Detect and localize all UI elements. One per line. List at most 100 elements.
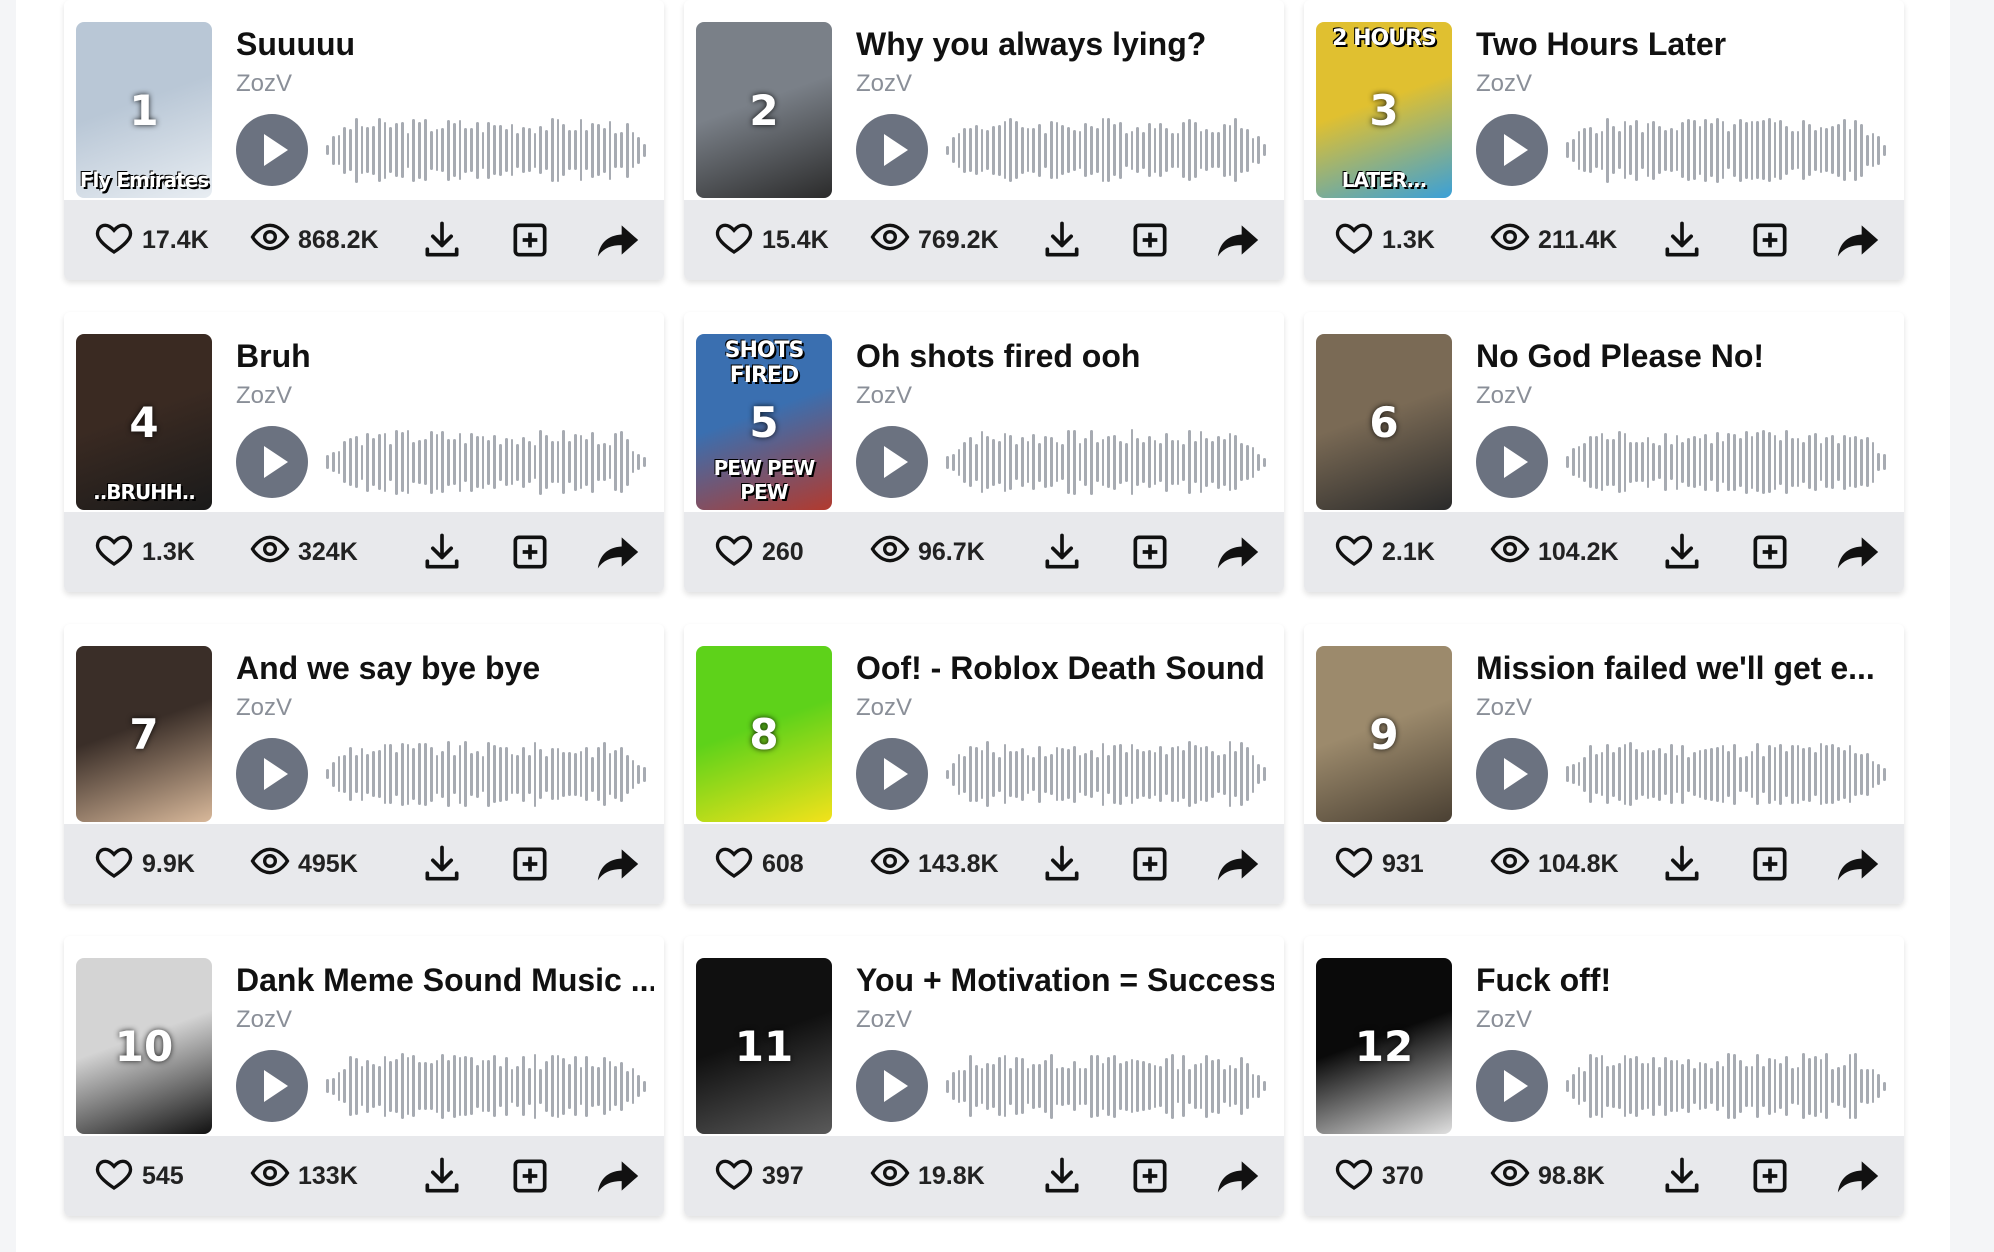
like-button[interactable]: 15.4K bbox=[714, 217, 829, 264]
sound-author[interactable]: ZozV bbox=[236, 694, 292, 722]
sound-card[interactable]: 12 Fuck off! ZozV 370 98.8K bbox=[1304, 936, 1904, 1216]
play-button[interactable] bbox=[236, 738, 308, 810]
download-button[interactable] bbox=[1040, 218, 1084, 262]
like-button[interactable]: 17.4K bbox=[94, 217, 209, 264]
download-button[interactable] bbox=[420, 1154, 464, 1198]
sound-thumbnail[interactable]: Fly Emirates 1 bbox=[76, 22, 212, 198]
sound-author[interactable]: ZozV bbox=[236, 1006, 292, 1034]
like-button[interactable]: 1.3K bbox=[94, 529, 195, 576]
sound-thumbnail[interactable]: 2 bbox=[696, 22, 832, 198]
sound-thumbnail[interactable]: 2 HOURS LATER... 3 bbox=[1316, 22, 1452, 198]
like-button[interactable]: 608 bbox=[714, 841, 804, 888]
sound-card[interactable]: 10 Dank Meme Sound Music ... ZozV 545 13… bbox=[64, 936, 664, 1216]
add-button[interactable] bbox=[508, 218, 552, 262]
sound-card[interactable]: 9 Mission failed we'll get e... ZozV 931… bbox=[1304, 624, 1904, 904]
download-button[interactable] bbox=[1040, 842, 1084, 886]
sound-title[interactable]: Fuck off! bbox=[1476, 962, 1894, 999]
waveform[interactable] bbox=[326, 112, 646, 188]
sound-card[interactable]: 7 And we say bye bye ZozV 9.9K 495K bbox=[64, 624, 664, 904]
add-button[interactable] bbox=[1748, 218, 1792, 262]
play-button[interactable] bbox=[1476, 426, 1548, 498]
waveform[interactable] bbox=[1566, 112, 1886, 188]
download-button[interactable] bbox=[420, 842, 464, 886]
sound-card[interactable]: 6 No God Please No! ZozV 2.1K 104.2K bbox=[1304, 312, 1904, 592]
sound-author[interactable]: ZozV bbox=[856, 382, 912, 410]
sound-thumbnail[interactable]: 12 bbox=[1316, 958, 1452, 1134]
sound-thumbnail[interactable]: SHOTS FIRED PEW PEW PEW 5 bbox=[696, 334, 832, 510]
like-button[interactable]: 545 bbox=[94, 1153, 184, 1200]
sound-title[interactable]: Oof! - Roblox Death Sound bbox=[856, 650, 1274, 687]
play-button[interactable] bbox=[236, 426, 308, 498]
share-button[interactable] bbox=[594, 842, 639, 886]
share-button[interactable] bbox=[1834, 1154, 1879, 1198]
like-button[interactable]: 931 bbox=[1334, 841, 1424, 888]
sound-card[interactable]: 11 You + Motivation = Success ZozV 397 1… bbox=[684, 936, 1284, 1216]
sound-title[interactable]: Bruh bbox=[236, 338, 654, 375]
waveform[interactable] bbox=[946, 736, 1266, 812]
share-button[interactable] bbox=[1214, 1154, 1259, 1198]
waveform[interactable] bbox=[946, 112, 1266, 188]
like-button[interactable]: 370 bbox=[1334, 1153, 1424, 1200]
play-button[interactable] bbox=[856, 738, 928, 810]
waveform[interactable] bbox=[1566, 736, 1886, 812]
sound-thumbnail[interactable]: 9 bbox=[1316, 646, 1452, 822]
sound-author[interactable]: ZozV bbox=[1476, 382, 1532, 410]
sound-author[interactable]: ZozV bbox=[856, 70, 912, 98]
sound-thumbnail[interactable]: 11 bbox=[696, 958, 832, 1134]
share-button[interactable] bbox=[594, 218, 639, 262]
sound-thumbnail[interactable]: 8 bbox=[696, 646, 832, 822]
like-button[interactable]: 1.3K bbox=[1334, 217, 1435, 264]
sound-card[interactable]: 2 HOURS LATER... 3 Two Hours Later ZozV … bbox=[1304, 0, 1904, 280]
add-button[interactable] bbox=[1128, 530, 1172, 574]
add-button[interactable] bbox=[508, 842, 552, 886]
add-button[interactable] bbox=[1128, 842, 1172, 886]
sound-thumbnail[interactable]: ..BRUHH.. 4 bbox=[76, 334, 212, 510]
sound-card[interactable]: Fly Emirates 1 Suuuuu ZozV 17.4K 868.2K bbox=[64, 0, 664, 280]
download-button[interactable] bbox=[420, 218, 464, 262]
play-button[interactable] bbox=[236, 1050, 308, 1122]
waveform[interactable] bbox=[326, 1048, 646, 1124]
sound-author[interactable]: ZozV bbox=[1476, 70, 1532, 98]
waveform[interactable] bbox=[326, 424, 646, 500]
waveform[interactable] bbox=[946, 424, 1266, 500]
like-button[interactable]: 2.1K bbox=[1334, 529, 1435, 576]
sound-author[interactable]: ZozV bbox=[236, 70, 292, 98]
sound-title[interactable]: Mission failed we'll get e... bbox=[1476, 650, 1894, 687]
play-button[interactable] bbox=[856, 1050, 928, 1122]
download-button[interactable] bbox=[420, 530, 464, 574]
sound-title[interactable]: No God Please No! bbox=[1476, 338, 1894, 375]
sound-card[interactable]: 8 Oof! - Roblox Death Sound ZozV 608 143… bbox=[684, 624, 1284, 904]
sound-title[interactable]: Oh shots fired ooh bbox=[856, 338, 1274, 375]
share-button[interactable] bbox=[1834, 842, 1879, 886]
download-button[interactable] bbox=[1040, 1154, 1084, 1198]
sound-author[interactable]: ZozV bbox=[856, 1006, 912, 1034]
sound-title[interactable]: And we say bye bye bbox=[236, 650, 654, 687]
sound-title[interactable]: Two Hours Later bbox=[1476, 26, 1894, 63]
sound-author[interactable]: ZozV bbox=[236, 382, 292, 410]
play-button[interactable] bbox=[1476, 738, 1548, 810]
download-button[interactable] bbox=[1660, 842, 1704, 886]
add-button[interactable] bbox=[1748, 530, 1792, 574]
sound-card[interactable]: ..BRUHH.. 4 Bruh ZozV 1.3K 324K bbox=[64, 312, 664, 592]
sound-title[interactable]: Suuuuu bbox=[236, 26, 654, 63]
share-button[interactable] bbox=[1834, 530, 1879, 574]
waveform[interactable] bbox=[1566, 1048, 1886, 1124]
add-button[interactable] bbox=[1748, 842, 1792, 886]
download-button[interactable] bbox=[1660, 1154, 1704, 1198]
share-button[interactable] bbox=[1834, 218, 1879, 262]
share-button[interactable] bbox=[1214, 530, 1259, 574]
play-button[interactable] bbox=[856, 426, 928, 498]
download-button[interactable] bbox=[1040, 530, 1084, 574]
like-button[interactable]: 9.9K bbox=[94, 841, 195, 888]
sound-card[interactable]: SHOTS FIRED PEW PEW PEW 5 Oh shots fired… bbox=[684, 312, 1284, 592]
like-button[interactable]: 397 bbox=[714, 1153, 804, 1200]
share-button[interactable] bbox=[594, 530, 639, 574]
sound-title[interactable]: You + Motivation = Success bbox=[856, 962, 1274, 999]
sound-thumbnail[interactable]: 7 bbox=[76, 646, 212, 822]
download-button[interactable] bbox=[1660, 218, 1704, 262]
share-button[interactable] bbox=[1214, 218, 1259, 262]
add-button[interactable] bbox=[508, 530, 552, 574]
waveform[interactable] bbox=[326, 736, 646, 812]
waveform[interactable] bbox=[1566, 424, 1886, 500]
play-button[interactable] bbox=[1476, 1050, 1548, 1122]
